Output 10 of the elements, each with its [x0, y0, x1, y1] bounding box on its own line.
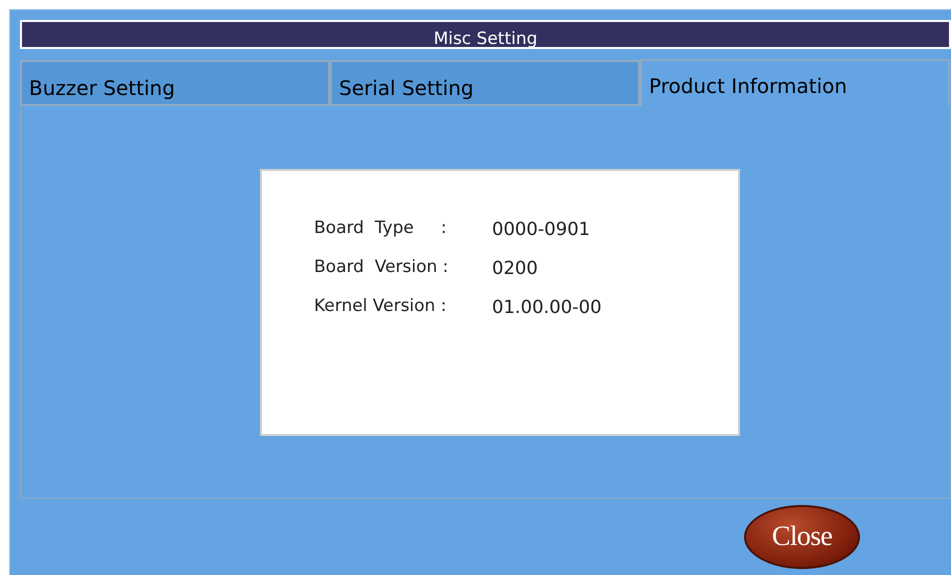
info-label: Board Version : [314, 256, 450, 279]
tab[interactable]: Product Information [640, 59, 950, 106]
info-label: Kernel Version : [314, 295, 448, 318]
tab[interactable]: Serial Setting [330, 60, 640, 106]
info-value: 01.00.00-00 [492, 296, 602, 320]
info-label: Board Type : [314, 217, 448, 240]
info-value: 0000-0901 [492, 218, 590, 242]
info-value: 0200 [492, 257, 538, 281]
close-button[interactable]: Close [744, 505, 860, 569]
tab[interactable]: Buzzer Setting [20, 60, 330, 106]
